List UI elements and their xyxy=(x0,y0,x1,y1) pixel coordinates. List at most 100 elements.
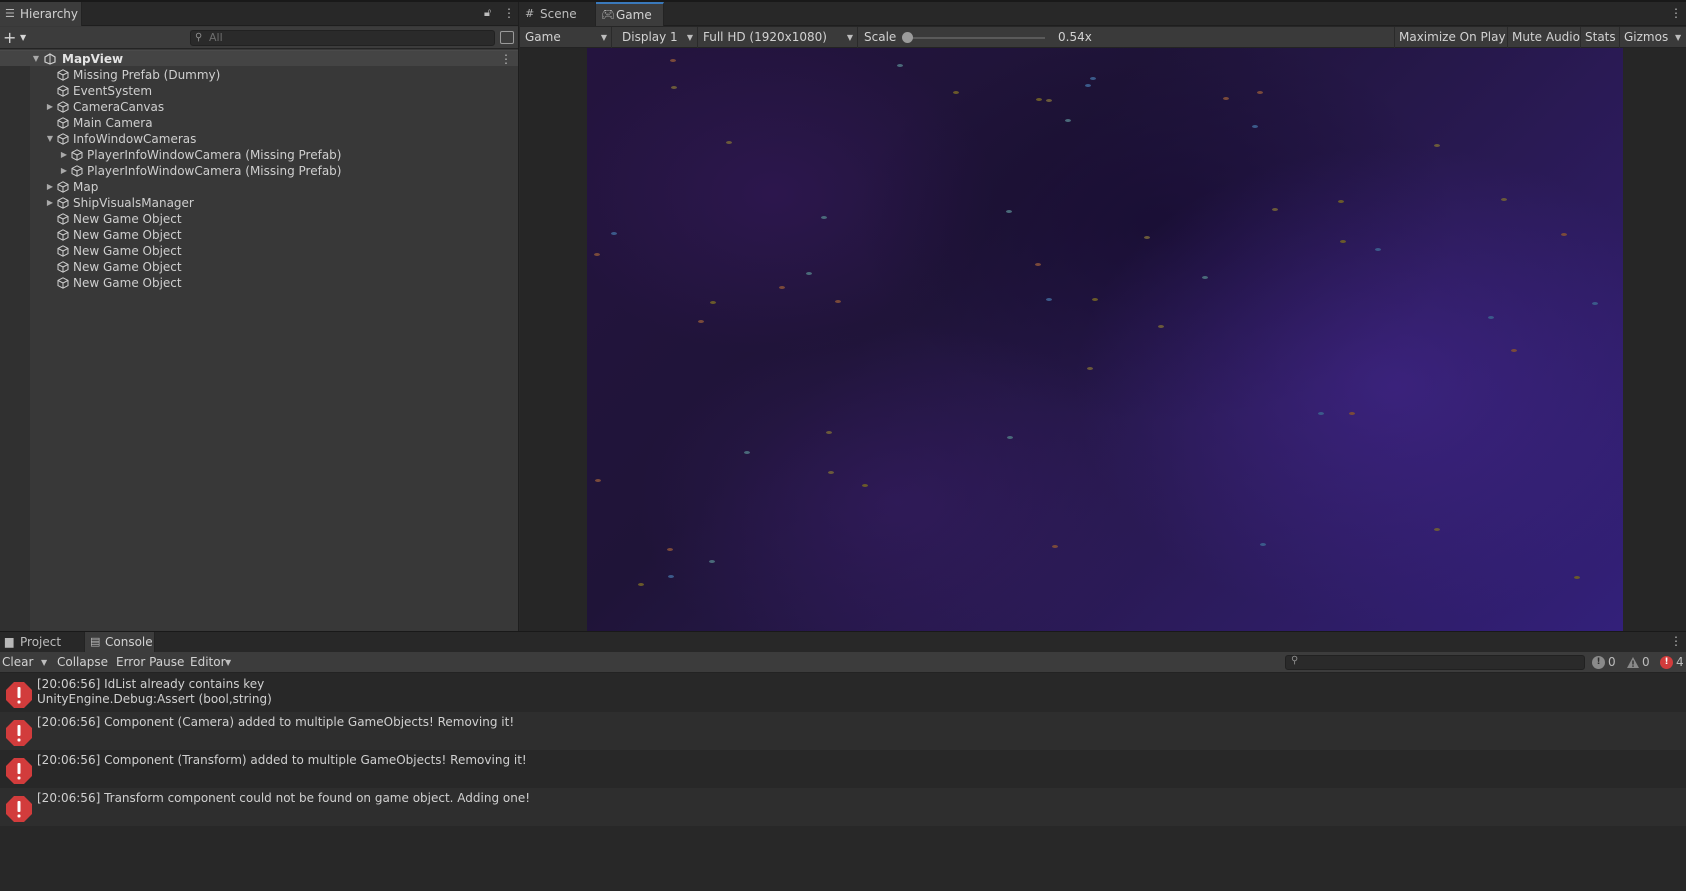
tab-scene[interactable]: # Scene xyxy=(520,2,596,26)
console-more-icon[interactable]: ⋮ xyxy=(1670,634,1682,648)
hierarchy-item[interactable]: ▶ Map xyxy=(0,179,518,195)
list-icon: ☰ xyxy=(5,7,15,20)
star-sprite xyxy=(1006,210,1012,213)
scene-row[interactable]: ▼ MapView ⋮ xyxy=(0,50,518,66)
collapse-button[interactable]: Collapse xyxy=(55,652,108,673)
more-options-icon[interactable]: ⋮ xyxy=(503,6,515,20)
chevron-down-icon: ▼ xyxy=(20,33,27,42)
log-message: [20:06:56] IdList already contains key Un… xyxy=(37,677,272,707)
log-line-1: [20:06:56] IdList already contains key xyxy=(37,677,265,691)
tab-project[interactable]: ▆ Project xyxy=(0,632,85,652)
console-log-entry[interactable]: [20:06:56] IdList already contains key Un… xyxy=(0,674,1686,712)
warning-count-toggle[interactable]: 0 xyxy=(1624,654,1650,671)
expand-arrow-icon[interactable]: ▼ xyxy=(31,51,41,67)
gameobject-cube-icon xyxy=(57,85,69,97)
console-log-entry[interactable]: [20:06:56] Component (Camera) added to m… xyxy=(0,712,1686,750)
star-sprite xyxy=(668,575,674,578)
console-log-entry[interactable]: [20:06:56] Component (Transform) added t… xyxy=(0,750,1686,788)
info-icon: ! xyxy=(1592,656,1605,669)
star-sprite xyxy=(1260,543,1266,546)
error-icon xyxy=(6,682,32,708)
error-count-toggle[interactable]: ! 4 xyxy=(1658,654,1684,671)
tab-hierarchy-label: Hierarchy xyxy=(20,7,79,21)
hierarchy-item-label: PlayerInfoWindowCamera (Missing Prefab) xyxy=(87,164,342,178)
hierarchy-item[interactable]: ▶ ShipVisualsManager xyxy=(0,195,518,211)
star-sprite xyxy=(744,451,750,454)
hierarchy-item[interactable]: ▶ PlayerInfoWindowCamera (Missing Prefab) xyxy=(0,147,518,163)
game-viewport[interactable] xyxy=(587,48,1623,631)
editor-dropdown[interactable]: Editor xyxy=(188,652,226,673)
gizmos-chevron-icon[interactable]: ▼ xyxy=(1675,27,1681,48)
hierarchy-item[interactable]: New Game Object xyxy=(0,211,518,227)
hierarchy-item-label: Missing Prefab (Dummy) xyxy=(73,68,221,82)
hierarchy-item[interactable]: New Game Object xyxy=(0,275,518,291)
scale-slider[interactable] xyxy=(905,37,1045,39)
hierarchy-item-label: EventSystem xyxy=(73,84,153,98)
console-log-entry[interactable]: [20:06:56] Transform component could not… xyxy=(0,788,1686,826)
expand-arrow-icon[interactable]: ▼ xyxy=(45,131,55,147)
gizmos-button[interactable]: Gizmos xyxy=(1619,27,1672,48)
expand-arrow-icon[interactable]: ▶ xyxy=(59,163,69,179)
console-tabbar: ▆ Project ▤ Console ⋮ xyxy=(0,632,1686,652)
hierarchy-item-label: Main Camera xyxy=(73,116,153,130)
gameobject-cube-icon xyxy=(71,165,83,177)
create-button[interactable]: + ▼ xyxy=(3,28,29,47)
scene-visibility-icon[interactable] xyxy=(500,31,514,44)
chevron-down-icon[interactable]: ▼ xyxy=(223,652,231,673)
tab-game[interactable]: 🎮︎ Game xyxy=(596,2,664,26)
display-dropdown[interactable]: Display 1 ▼ xyxy=(612,27,698,48)
gameobject-cube-icon xyxy=(57,133,69,145)
expand-arrow-icon[interactable]: ▶ xyxy=(45,195,55,211)
tab-game-label: Game xyxy=(616,8,652,22)
game-more-icon[interactable]: ⋮ xyxy=(1670,6,1682,20)
game-panel: # Scene 🎮︎ Game ⋮ Game ▼ Display 1 ▼ Ful… xyxy=(520,2,1686,631)
hierarchy-tree: ▼ MapView ⋮ Missing Prefab (Dummy) EventS… xyxy=(0,50,518,631)
star-sprite xyxy=(726,141,732,144)
star-sprite xyxy=(1375,248,1381,251)
mute-audio-button[interactable]: Mute Audio xyxy=(1507,27,1584,48)
stats-button[interactable]: Stats xyxy=(1580,27,1620,48)
log-message: [20:06:56] Component (Camera) added to m… xyxy=(37,715,514,730)
scale-value: 0.54x xyxy=(1058,30,1092,44)
resolution-dropdown[interactable]: Full HD (1920x1080) ▼ xyxy=(698,27,858,48)
star-sprite xyxy=(1036,98,1042,101)
hierarchy-item-label: New Game Object xyxy=(73,212,182,226)
hierarchy-search-input[interactable]: ⚲ All xyxy=(190,30,495,46)
expand-arrow-icon[interactable]: ▶ xyxy=(45,179,55,195)
scene-more-icon[interactable]: ⋮ xyxy=(500,51,512,67)
star-sprite xyxy=(1085,84,1091,87)
hierarchy-item-label: New Game Object xyxy=(73,228,182,242)
tab-console[interactable]: ▤ Console xyxy=(85,632,155,652)
hierarchy-item[interactable]: ▶ CameraCanvas xyxy=(0,99,518,115)
hierarchy-item[interactable]: Main Camera xyxy=(0,115,518,131)
expand-arrow-icon[interactable]: ▶ xyxy=(45,99,55,115)
star-sprite xyxy=(821,216,827,219)
resolution-value: Full HD (1920x1080) xyxy=(703,30,827,44)
view-mode-value: Game xyxy=(525,30,561,44)
scale-slider-knob[interactable] xyxy=(902,32,913,43)
hierarchy-item[interactable]: New Game Object xyxy=(0,227,518,243)
tab-hierarchy[interactable]: ☰ Hierarchy xyxy=(0,2,82,26)
lock-icon[interactable]: 🔓︎ xyxy=(484,6,491,20)
scene-name: MapView xyxy=(62,52,124,66)
view-mode-dropdown[interactable]: Game ▼ xyxy=(520,27,612,48)
info-count-toggle[interactable]: ! 0 xyxy=(1590,654,1616,671)
tab-scene-label: Scene xyxy=(540,7,577,21)
gamepad-icon: 🎮︎ xyxy=(601,8,615,21)
hierarchy-item[interactable]: ▼ InfoWindowCameras xyxy=(0,131,518,147)
gameobject-cube-icon xyxy=(57,69,69,81)
expand-arrow-icon[interactable]: ▶ xyxy=(59,147,69,163)
maximize-on-play-button[interactable]: Maximize On Play xyxy=(1394,27,1510,48)
hierarchy-item[interactable]: Missing Prefab (Dummy) xyxy=(0,67,518,83)
console-search-input[interactable]: ⚲ xyxy=(1285,655,1585,670)
clear-button[interactable]: Clear xyxy=(0,652,33,673)
hierarchy-item[interactable]: EventSystem xyxy=(0,83,518,99)
star-sprite xyxy=(1272,208,1278,211)
error-icon xyxy=(6,796,32,822)
clear-options-icon[interactable]: ▼ xyxy=(39,652,47,673)
hierarchy-item[interactable]: New Game Object xyxy=(0,243,518,259)
star-sprite xyxy=(1488,316,1494,319)
hierarchy-item[interactable]: New Game Object xyxy=(0,259,518,275)
hierarchy-item[interactable]: ▶ PlayerInfoWindowCamera (Missing Prefab) xyxy=(0,163,518,179)
error-pause-button[interactable]: Error Pause xyxy=(114,652,184,673)
